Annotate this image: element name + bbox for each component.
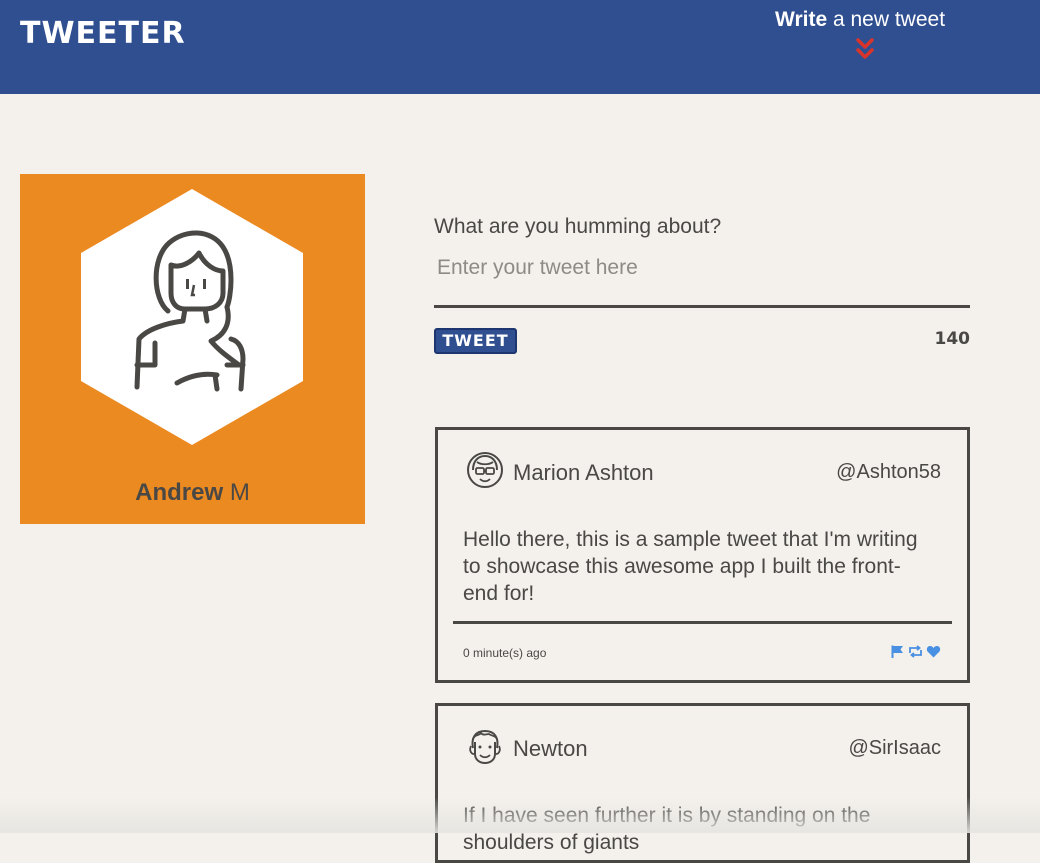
composer-actions: TWEET 140	[434, 320, 970, 360]
profile-avatar	[81, 189, 303, 445]
tweet-input[interactable]	[434, 252, 970, 308]
tweet-composer: What are you humming about? TWEET 140	[434, 212, 970, 360]
tweet-author-name: Newton	[513, 736, 588, 761]
tweet-timestamp: 0 minute(s) ago	[463, 646, 547, 660]
heart-icon[interactable]	[926, 644, 941, 659]
user-avatar-curly-hair-icon	[469, 729, 501, 765]
flag-icon[interactable]	[890, 644, 905, 659]
tweet-content: If I have seen further it is by standing…	[463, 804, 871, 854]
character-counter: 140	[934, 329, 971, 349]
composer-prompt-label: What are you humming about?	[434, 215, 722, 238]
write-new-tweet-toggle[interactable]: Write a new tweet	[775, 8, 975, 64]
user-avatar-glasses-icon	[467, 452, 503, 488]
app-logo[interactable]: TWEETER	[20, 16, 186, 51]
tweet-author-name: Marion Ashton	[513, 460, 654, 485]
compose-toggle-bold-text: Write	[775, 8, 828, 31]
double-chevron-down-icon	[856, 38, 874, 59]
profile-first-name: Andrew	[135, 479, 224, 506]
top-navigation-bar: TWEETER Write a new tweet	[0, 0, 1040, 94]
tweet-card: Newton @SirIsaac If I have seen further …	[435, 703, 970, 863]
profile-name: Andrew M	[20, 479, 365, 507]
tweet-author-handle: @SirIsaac	[848, 737, 941, 759]
tweet-author-handle: @Ashton58	[836, 461, 941, 483]
tweet-button[interactable]: TWEET	[434, 328, 517, 354]
tweet-divider	[453, 621, 952, 624]
tweet-content: Hello there, this is a sample tweet that…	[463, 528, 918, 605]
compose-toggle-text: a new tweet	[827, 8, 946, 31]
profile-card: Andrew M	[20, 174, 365, 524]
retweet-icon[interactable]	[908, 644, 923, 659]
tweet-card: Marion Ashton @Ashton58 Hello there, thi…	[435, 427, 970, 683]
profile-last-name: M	[229, 479, 250, 506]
tweet-actions	[890, 644, 941, 659]
